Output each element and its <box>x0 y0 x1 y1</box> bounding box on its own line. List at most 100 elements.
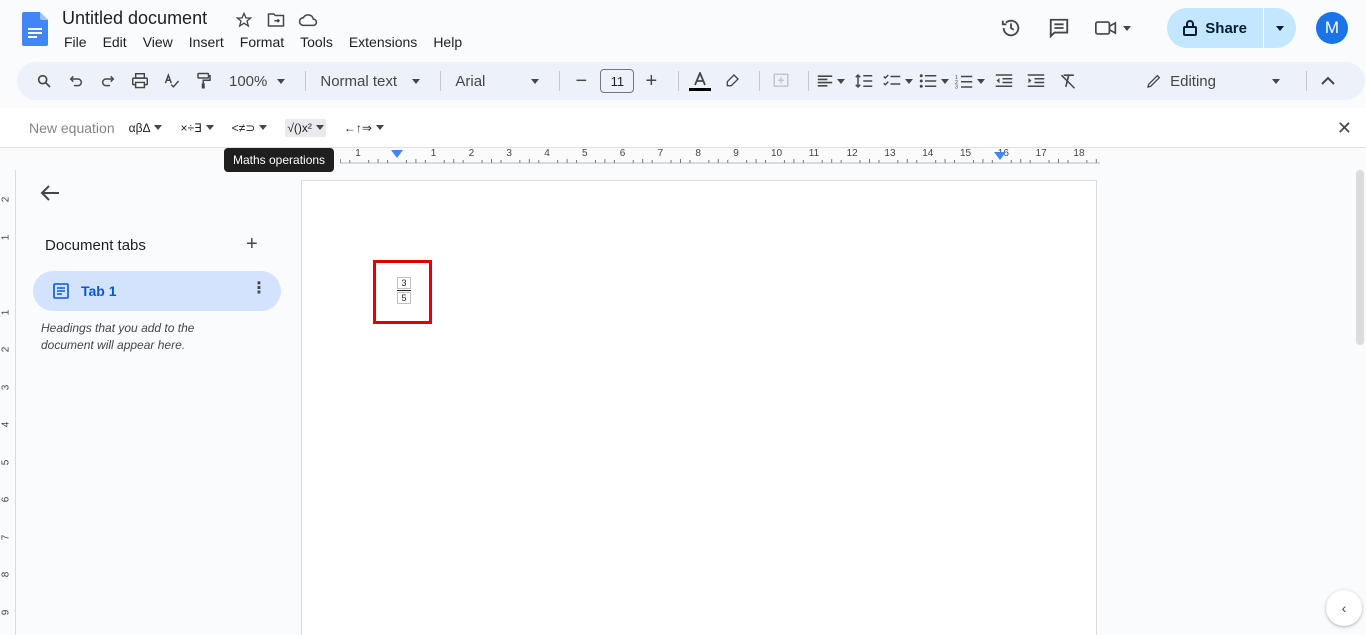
back-arrow-icon[interactable] <box>40 184 60 208</box>
ruler-number: 4 <box>0 421 12 428</box>
share-dropdown-icon[interactable] <box>1264 25 1296 31</box>
share-button[interactable]: Share <box>1167 8 1296 48</box>
collapse-menus-icon[interactable] <box>1315 67 1341 95</box>
document-page[interactable] <box>301 180 1097 635</box>
equation-toolbar: New equation αβΔ ×÷∃ <≠⊃ √()x² ←↑⇒ ✕ <box>0 108 1366 148</box>
increase-font-size-icon[interactable]: + <box>638 67 664 95</box>
print-icon[interactable] <box>127 67 153 95</box>
outline-hint: Headings that you add to the document wi… <box>41 321 195 352</box>
menu-extensions[interactable]: Extensions <box>341 32 425 52</box>
decrease-indent-icon[interactable] <box>991 67 1017 95</box>
menu-edit[interactable]: Edit <box>95 32 135 52</box>
ruler-number: 7 <box>0 534 12 540</box>
side-panel-toggle-icon[interactable]: ‹ <box>1326 590 1362 626</box>
equation-fraction[interactable]: 3 5 <box>397 277 411 304</box>
fraction-numerator[interactable]: 3 <box>397 277 411 289</box>
close-icon[interactable]: ✕ <box>1337 118 1352 139</box>
horizontal-ruler[interactable]: 1123456789101112131415161718 <box>340 148 1100 164</box>
avatar[interactable]: M <box>1316 12 1348 44</box>
redo-icon[interactable] <box>95 67 121 95</box>
ruler-number: 14 <box>922 148 934 159</box>
fraction-denominator[interactable]: 5 <box>397 292 411 304</box>
add-tab-icon[interactable]: + <box>246 233 258 256</box>
star-icon[interactable] <box>232 10 256 30</box>
chevron-down-icon <box>905 78 914 84</box>
move-folder-icon[interactable] <box>264 10 288 30</box>
ruler-number: 6 <box>619 148 626 159</box>
right-indent-marker-icon[interactable] <box>994 152 1006 162</box>
checklist-icon[interactable] <box>883 67 914 95</box>
undo-icon[interactable] <box>63 67 89 95</box>
menu-insert[interactable]: Insert <box>181 32 232 52</box>
tab-item[interactable]: Tab 1 ⋮ <box>33 271 281 311</box>
style-select[interactable]: Normal text <box>314 67 426 95</box>
vertical-scrollbar[interactable] <box>1356 170 1364 345</box>
font-value: Arial <box>455 72 486 90</box>
editing-mode-select[interactable]: Editing <box>1146 73 1280 90</box>
new-equation-button[interactable]: New equation <box>29 120 115 136</box>
chevron-down-icon <box>375 125 384 130</box>
chevron-down-icon <box>1272 78 1280 84</box>
chevron-down-icon <box>259 125 268 130</box>
relations-menu[interactable]: <≠⊃ <box>232 121 268 135</box>
chevron-down-icon <box>277 78 286 84</box>
style-value: Normal text <box>320 72 398 90</box>
insert-comment-icon[interactable] <box>768 67 794 95</box>
ruler-number: 5 <box>582 148 588 159</box>
paint-format-icon[interactable] <box>191 67 217 95</box>
clear-formatting-icon[interactable] <box>1055 67 1081 95</box>
menu-format[interactable]: Format <box>232 32 292 52</box>
font-size-input[interactable]: 11 <box>600 69 635 93</box>
ruler-number: 3 <box>506 148 512 159</box>
more-vert-icon[interactable]: ⋮ <box>251 281 267 297</box>
chevron-down-icon <box>531 78 540 84</box>
cloud-saved-icon[interactable] <box>296 10 320 30</box>
decrease-font-size-icon[interactable]: − <box>568 67 594 95</box>
share-label: Share <box>1205 19 1247 37</box>
document-title[interactable]: Untitled document <box>62 8 207 29</box>
ruler-number: 2 <box>0 346 12 353</box>
arrows-menu[interactable]: ←↑⇒ <box>344 121 384 135</box>
ruler-number: 12 <box>846 148 858 159</box>
vertical-ruler: 2 1 1 2 3 4 5 6 7 8 9 <box>0 170 16 635</box>
chevron-down-icon <box>154 125 163 130</box>
maths-operations-menu[interactable]: √()x² <box>285 118 326 137</box>
menu-bar: File Edit View Insert Format Tools Exten… <box>56 32 470 52</box>
menu-help[interactable]: Help <box>425 32 470 52</box>
greek-letters-menu[interactable]: αβΔ <box>129 121 163 135</box>
line-spacing-icon[interactable] <box>851 67 877 95</box>
meet-camera-icon[interactable] <box>1089 11 1137 45</box>
spellcheck-icon[interactable] <box>159 67 185 95</box>
align-left-icon[interactable] <box>817 67 846 95</box>
tab-label: Tab 1 <box>81 283 117 299</box>
text-color-icon[interactable] <box>687 67 713 95</box>
menu-tools[interactable]: Tools <box>292 32 341 52</box>
comments-icon[interactable] <box>1041 11 1077 45</box>
ruler-number: 9 <box>733 148 739 159</box>
ruler-number: 8 <box>695 148 701 159</box>
menu-file[interactable]: File <box>56 32 95 52</box>
fraction-bar <box>397 290 411 291</box>
main-toolbar: 100% Normal text Arial − 11 + 123 Editin… <box>17 62 1365 100</box>
menu-view[interactable]: View <box>135 32 181 52</box>
version-history-icon[interactable] <box>993 11 1029 45</box>
highlight-color-icon[interactable] <box>719 67 745 95</box>
left-indent-marker-icon[interactable] <box>391 150 403 160</box>
bulleted-list-icon[interactable] <box>919 67 950 95</box>
ruler-number: 4 <box>544 148 550 159</box>
increase-indent-icon[interactable] <box>1023 67 1049 95</box>
misc-operations-menu[interactable]: ×÷∃ <box>180 121 214 135</box>
meet-dropdown-icon[interactable] <box>1123 25 1132 31</box>
svg-text:3: 3 <box>955 85 958 90</box>
docs-logo-icon[interactable] <box>22 12 48 46</box>
chevron-down-icon <box>837 78 846 84</box>
search-icon[interactable] <box>31 67 57 95</box>
ruler-number: 2 <box>0 196 12 203</box>
zoom-select[interactable]: 100% <box>223 67 291 95</box>
font-select[interactable]: Arial <box>449 67 545 95</box>
tooltip: Maths operations <box>224 148 335 172</box>
ruler-number: 2 <box>468 148 475 159</box>
ruler-number: 8 <box>0 571 12 578</box>
numbered-list-icon[interactable]: 123 <box>955 67 986 95</box>
chevron-down-icon <box>977 78 986 84</box>
